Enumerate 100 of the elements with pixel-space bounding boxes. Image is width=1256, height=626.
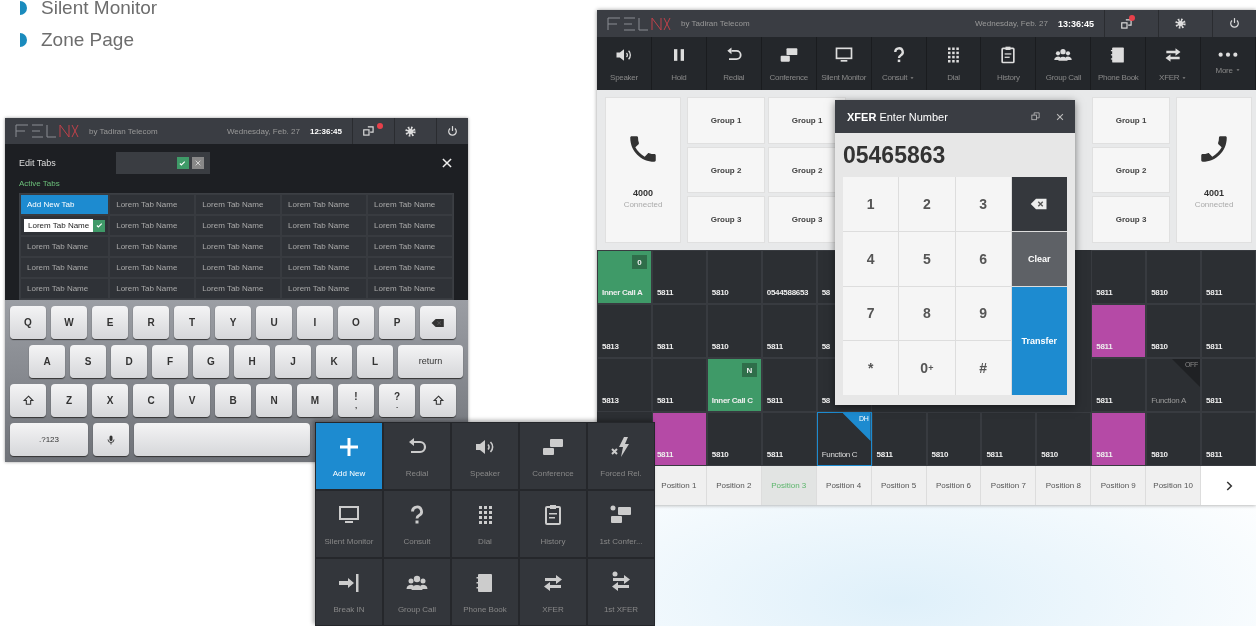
group-button[interactable]: Group 3	[687, 196, 765, 243]
group-button[interactable]: Group 2	[1092, 146, 1170, 194]
action-button[interactable]: Phone Book	[451, 558, 519, 626]
keyboard-key[interactable]: A	[29, 345, 65, 378]
line-key[interactable]: 5810	[1146, 412, 1202, 466]
keyboard-key[interactable]: K	[316, 345, 352, 378]
action-button[interactable]: Group Call	[383, 558, 451, 626]
keyboard-key[interactable]: O	[338, 306, 374, 339]
keypad-key[interactable]: *	[843, 341, 899, 395]
toolbar-button[interactable]: Silent Monitor	[816, 37, 872, 90]
tab-name-field[interactable]: Lorem Tab Name	[24, 219, 94, 232]
tab-item[interactable]: Lorem Tab Name	[195, 215, 282, 236]
action-button[interactable]: Consult	[383, 490, 451, 558]
keypad-key[interactable]: 9	[955, 286, 1011, 341]
line-key[interactable]: 5811	[651, 304, 707, 358]
line-key[interactable]: N Inner Call C	[706, 358, 762, 412]
line-key[interactable]: 5810	[1146, 250, 1202, 304]
keypad-key[interactable]: 0$^{+}$	[899, 341, 955, 395]
line-tile[interactable]: 4000 Connected	[605, 97, 681, 243]
line-key[interactable]: 5810	[706, 304, 762, 358]
shift-key[interactable]	[10, 384, 46, 417]
keypad-key[interactable]: #	[955, 341, 1011, 395]
line-key[interactable]: 5810	[1036, 412, 1092, 466]
keyboard-key[interactable]: L	[357, 345, 393, 378]
toolbar-button[interactable]: Group Call	[1036, 37, 1092, 90]
tab-item[interactable]: Lorem Tab Name	[20, 236, 110, 257]
line-key[interactable]: 5811	[1201, 250, 1256, 304]
add-tab-button[interactable]: Add New Tab	[20, 194, 110, 215]
keyboard-key[interactable]: ! ,	[338, 384, 374, 417]
tab-item[interactable]: Lorem Tab Name	[367, 257, 453, 278]
keyboard-key[interactable]: Q	[10, 306, 46, 339]
line-key[interactable]: 5813	[597, 304, 652, 358]
action-button[interactable]: Add New	[315, 422, 383, 490]
numbers-key[interactable]: .?123	[10, 423, 88, 456]
keypad-key[interactable]: 7	[843, 286, 899, 341]
toolbar-button[interactable]: Dial	[926, 37, 982, 90]
dictation-key[interactable]	[93, 423, 129, 456]
group-button[interactable]: Group 2	[687, 146, 765, 194]
action-button[interactable]: Speaker	[451, 422, 519, 490]
keyboard-key[interactable]: V	[174, 384, 210, 417]
restore-button[interactable]	[1030, 111, 1041, 122]
toolbar-button[interactable]: Consult	[871, 37, 927, 90]
backspace-key[interactable]	[420, 306, 456, 339]
line-key[interactable]: 5810	[706, 412, 762, 466]
tab-item[interactable]: Lorem Tab Name	[367, 194, 453, 215]
keypad-key[interactable]: 8	[899, 286, 955, 341]
line-key[interactable]: 5811	[1201, 358, 1256, 412]
line-key[interactable]: 5811	[1201, 304, 1256, 358]
line-key[interactable]: 5811	[761, 412, 817, 466]
tab-item[interactable]: Lorem Tab Name	[195, 194, 282, 215]
line-key[interactable]: 5811	[1091, 250, 1147, 304]
confirm-button[interactable]	[176, 157, 189, 169]
toolbar-button[interactable]: XFER	[1146, 37, 1202, 90]
new-tab-field[interactable]	[115, 152, 210, 174]
toolbar-button[interactable]: Speaker	[597, 37, 652, 90]
clear-button[interactable]: Clear	[1011, 231, 1067, 286]
transfer-button[interactable]: Transfer	[1011, 286, 1067, 395]
tab-item[interactable]: Lorem Tab Name	[281, 236, 368, 257]
keyboard-key[interactable]: N	[256, 384, 292, 417]
action-button[interactable]: Conference	[519, 422, 587, 490]
screens-button[interactable]	[352, 118, 384, 144]
shift-key[interactable]	[420, 384, 456, 417]
line-key[interactable]: 5810	[926, 412, 982, 466]
action-button[interactable]: 1st XFER	[587, 558, 655, 626]
line-key[interactable]: 5811	[1201, 412, 1256, 466]
keyboard-key[interactable]: S	[70, 345, 106, 378]
keyboard-key[interactable]: G	[193, 345, 229, 378]
tab-item[interactable]: Lorem Tab Name	[20, 257, 110, 278]
keyboard-key[interactable]: J	[275, 345, 311, 378]
keyboard-key[interactable]: F	[152, 345, 188, 378]
toolbar-button[interactable]: Phone Book	[1091, 37, 1147, 90]
keyboard-key[interactable]: W	[51, 306, 87, 339]
tab-item[interactable]: Lorem Tab Name	[281, 278, 368, 299]
line-key[interactable]: 5811	[761, 358, 817, 412]
action-button[interactable]: Silent Monitor	[315, 490, 383, 558]
keypad-key[interactable]: 4	[843, 231, 899, 286]
action-button[interactable]: Dial	[451, 490, 519, 558]
toolbar-button[interactable]: More	[1201, 37, 1256, 90]
keyboard-key[interactable]: B	[215, 384, 251, 417]
tab-item[interactable]: Lorem Tab Name	[367, 278, 453, 299]
line-key[interactable]: 5811	[651, 358, 707, 412]
tab-item[interactable]: Lorem Tab Name	[195, 236, 282, 257]
line-key[interactable]: 0 Inner Call A	[597, 250, 652, 304]
toolbar-button[interactable]: Hold	[651, 37, 707, 90]
keyboard-key[interactable]: P	[379, 306, 415, 339]
action-button[interactable]: 1st Confer...	[587, 490, 655, 558]
keypad-key[interactable]: 6	[955, 231, 1011, 286]
cancel-button[interactable]	[191, 157, 204, 169]
tab-item[interactable]: Lorem Tab Name	[195, 257, 282, 278]
keyboard-key[interactable]: U	[256, 306, 292, 339]
toolbar-button[interactable]: Redial	[706, 37, 762, 90]
action-button[interactable]: Forced Rel.	[587, 422, 655, 490]
tab-item[interactable]: Lorem Tab Name	[195, 278, 282, 299]
keyboard-key[interactable]: E	[92, 306, 128, 339]
tab-item[interactable]: Lorem Tab Name	[367, 236, 453, 257]
toolbar-button[interactable]: History	[981, 37, 1037, 90]
keyboard-key[interactable]: Y	[215, 306, 251, 339]
group-button[interactable]: Group 1	[1092, 97, 1170, 144]
keypad-key[interactable]: 5	[899, 231, 955, 286]
line-key[interactable]: 5811	[1091, 358, 1147, 412]
